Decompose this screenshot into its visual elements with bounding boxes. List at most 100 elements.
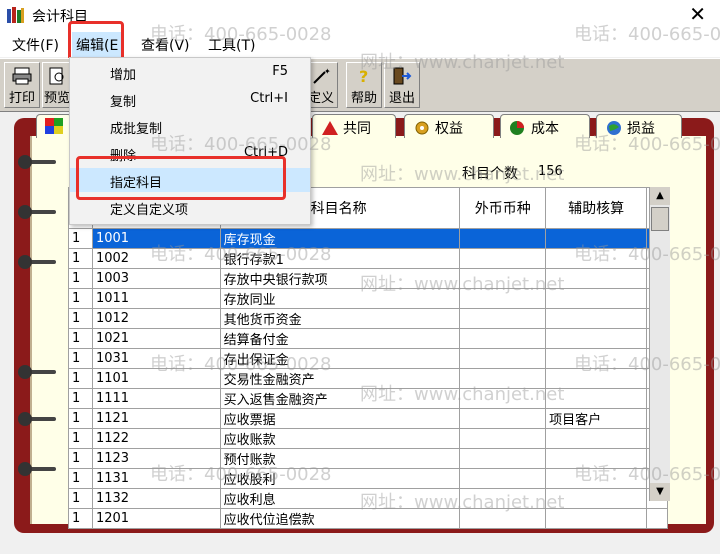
table-row[interactable]: 1 1123 预付账款 xyxy=(68,448,668,469)
cell-aux-accounting xyxy=(545,328,647,349)
preview-button[interactable]: 预览 xyxy=(42,62,72,108)
cell-subject-name: 存放中央银行款项 xyxy=(219,268,461,289)
table-row[interactable]: 1 1132 应收利息 xyxy=(68,488,668,509)
table-row[interactable]: 1 1011 存放同业 xyxy=(68,288,668,309)
cell-subject-name: 银行存款1 xyxy=(219,248,461,269)
scroll-thumb[interactable] xyxy=(651,207,669,231)
cell-level: 1 xyxy=(68,508,93,529)
cell-currency xyxy=(459,348,547,369)
cell-currency xyxy=(459,488,547,509)
menu-file[interactable]: 文件(F) xyxy=(12,35,59,55)
menu-tools[interactable]: 工具(T) xyxy=(208,35,255,55)
cell-currency xyxy=(459,508,547,529)
cell-currency xyxy=(459,368,547,389)
scroll-down-icon[interactable]: ▼ xyxy=(650,483,670,501)
tab-cost[interactable]: 成本 xyxy=(500,114,590,138)
binder-ring xyxy=(18,412,56,426)
cell-subject-name: 应收账款 xyxy=(219,428,461,449)
cell-level: 1 xyxy=(68,288,93,309)
cell-code: 1101 xyxy=(91,368,221,389)
cell-subject-name: 买入返售金融资产 xyxy=(219,388,461,409)
table-row[interactable]: 1 1122 应收账款 xyxy=(68,428,668,449)
print-button[interactable]: 打印 xyxy=(4,62,40,108)
cell-subject-name: 结算备付金 xyxy=(219,328,461,349)
svg-text:✦: ✦ xyxy=(324,67,331,76)
menu-item-add[interactable]: 增加 F5 xyxy=(70,60,310,84)
cell-aux-accounting xyxy=(545,228,647,249)
close-icon[interactable]: ✕ xyxy=(689,4,706,24)
table-row[interactable]: 1 1031 存出保证金 xyxy=(68,348,668,369)
menu-item-batch-copy[interactable]: 成批复制 xyxy=(70,114,310,138)
tab-equity[interactable]: 权益 xyxy=(404,114,494,138)
cell-code: 1131 xyxy=(91,468,221,489)
cell-currency xyxy=(459,388,547,409)
cell-level: 1 xyxy=(68,488,93,509)
cell-currency xyxy=(459,428,547,449)
menu-view[interactable]: 查看(V) xyxy=(141,35,190,55)
table-row[interactable]: 1 1021 结算备付金 xyxy=(68,328,668,349)
tab-cost-label: 成本 xyxy=(531,121,559,137)
colorful-icon xyxy=(45,118,63,134)
cell-aux-accounting xyxy=(545,448,647,469)
cell-aux-accounting xyxy=(545,368,647,389)
menu-item-copy[interactable]: 复制 Ctrl+I xyxy=(70,87,310,111)
table-row[interactable]: 1 1101 交易性金融资产 xyxy=(68,368,668,389)
menu-item-define-custom-label: 定义自定义项 xyxy=(110,203,189,218)
tab-assets[interactable] xyxy=(36,114,72,138)
tab-common[interactable]: 共同 xyxy=(312,114,396,138)
cell-currency xyxy=(459,288,547,309)
exit-label: 退出 xyxy=(388,91,415,106)
help-button[interactable]: ? 帮助 xyxy=(346,62,382,108)
cell-code: 1002 xyxy=(91,248,221,269)
vertical-scrollbar[interactable]: ▲ ▼ xyxy=(649,187,670,501)
subject-count-value: 156 xyxy=(538,164,563,179)
subject-count-label: 科目个数 xyxy=(462,166,518,182)
profit-loss-icon xyxy=(607,121,621,135)
cell-subject-name: 应收利息 xyxy=(219,488,461,509)
subjects-table: 科目名称 外币币种 辅助核算 1 1001 库存现金 1 1002 银行存款1 1 1003 存… xyxy=(68,187,668,529)
scroll-up-icon[interactable]: ▲ xyxy=(650,187,670,205)
cell-subject-name: 应收代位追偿款 xyxy=(219,508,461,529)
header-currency: 外币币种 xyxy=(459,187,547,229)
table-row[interactable]: 1 1003 存放中央银行款项 xyxy=(68,268,668,289)
cell-currency xyxy=(459,448,547,469)
cell-code: 1122 xyxy=(91,428,221,449)
assign-subject-highlight-box xyxy=(76,156,286,200)
table-row[interactable]: 1 1001 库存现金 xyxy=(68,228,668,249)
table-row[interactable]: 1 1111 买入返售金融资产 xyxy=(68,388,668,409)
binder-ring xyxy=(18,155,56,169)
cell-currency xyxy=(459,248,547,269)
binder-ring xyxy=(18,255,56,269)
table-row[interactable]: 1 1131 应收股利 xyxy=(68,468,668,489)
menu-item-add-shortcut: F5 xyxy=(272,64,288,79)
table-row[interactable]: 1 1201 应收代位追偿款 xyxy=(68,508,668,529)
exit-button[interactable]: 退出 xyxy=(384,62,420,108)
table-row[interactable]: 1 1012 其他货币资金 xyxy=(68,308,668,329)
cell-level: 1 xyxy=(68,348,93,369)
cell-level: 1 xyxy=(68,408,93,429)
cell-subject-name: 交易性金融资产 xyxy=(219,368,461,389)
tab-profit-loss[interactable]: 损益 xyxy=(596,114,682,138)
header-aux-accounting: 辅助核算 xyxy=(545,187,647,229)
help-icon: ? xyxy=(359,67,368,85)
cell-level: 1 xyxy=(68,248,93,269)
table-row[interactable]: 1 1121 应收票据 项目客户 xyxy=(68,408,668,429)
cell-currency xyxy=(459,228,547,249)
cell-level: 1 xyxy=(68,268,93,289)
cell-code: 1121 xyxy=(91,408,221,429)
tab-equity-label: 权益 xyxy=(435,121,463,137)
tab-profit-loss-label: 损益 xyxy=(627,121,655,137)
cell-subject-name: 存放同业 xyxy=(219,288,461,309)
menu-item-batch-copy-label: 成批复制 xyxy=(110,122,163,137)
cell-code: 1011 xyxy=(91,288,221,309)
cell-level: 1 xyxy=(68,308,93,329)
cell-aux-accounting xyxy=(545,308,647,329)
cell-subject-name: 预付账款 xyxy=(219,448,461,469)
define-icon: ✦ xyxy=(313,67,331,84)
cell-currency xyxy=(459,268,547,289)
table-row[interactable]: 1 1002 银行存款1 xyxy=(68,248,668,269)
binder-ring xyxy=(18,462,56,476)
svg-text:?: ? xyxy=(359,67,368,85)
cell-aux-accounting xyxy=(545,248,647,269)
cell-currency xyxy=(459,328,547,349)
